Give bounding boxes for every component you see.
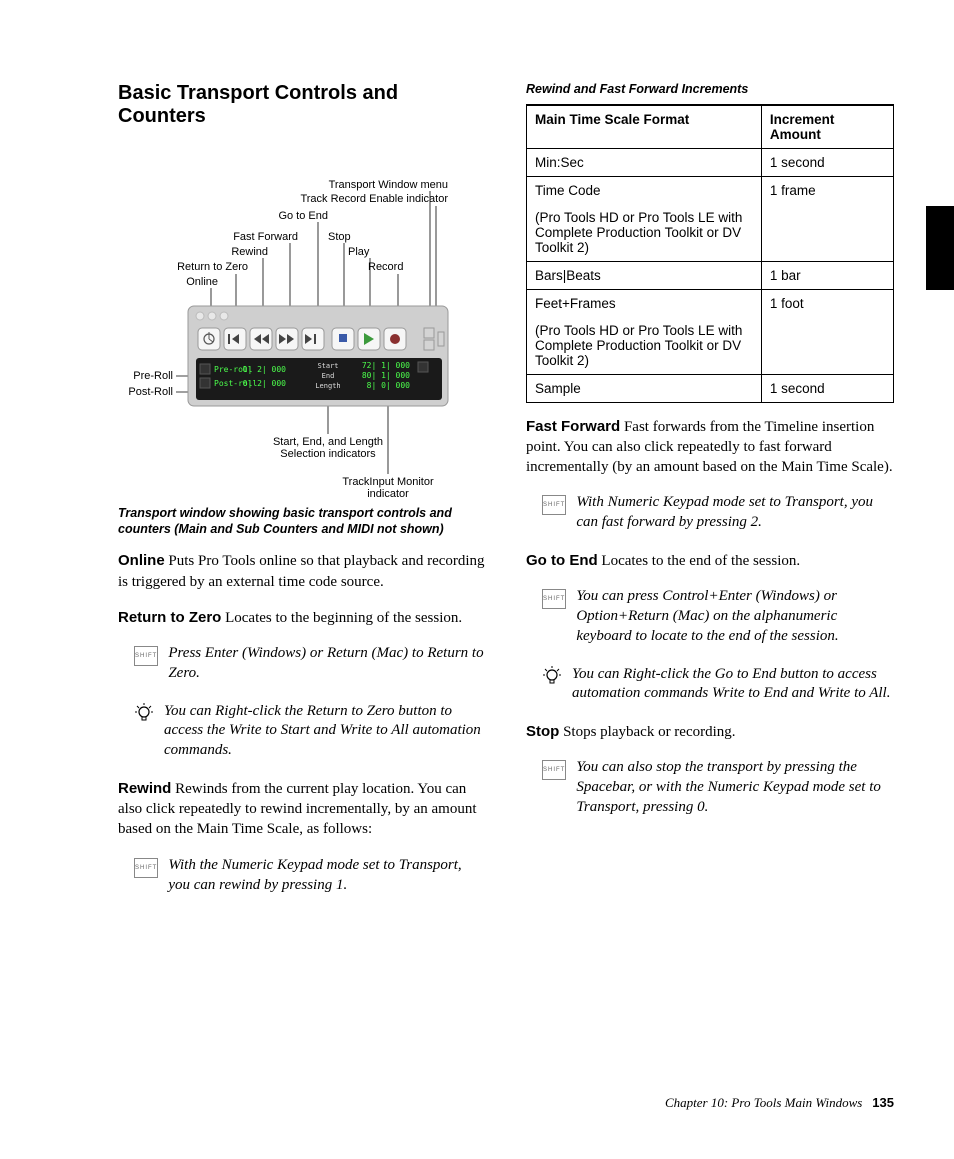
note-end: SHIFT You can press Control+Enter (Windo… [542, 587, 894, 646]
tip-end: You can Right-click the Go to End button… [542, 665, 894, 705]
note-stop: SHIFT You can also stop the transport by… [542, 758, 894, 817]
shortcut-icon: SHIFT [542, 589, 566, 609]
para-go-to-end: Go to End Locates to the end of the sess… [526, 551, 894, 571]
para-online: Online Puts Pro Tools online so that pla… [118, 551, 486, 592]
svg-text:End: End [322, 372, 335, 380]
para-stop: Stop Stops playback or recording. [526, 722, 894, 742]
note-ff: SHIFT With Numeric Keypad mode set to Tr… [542, 493, 894, 533]
para-return-zero: Return to Zero Locates to the beginning … [118, 608, 486, 628]
figure-caption: Transport window showing basic transport… [118, 506, 486, 537]
svg-text:80| 1| 000: 80| 1| 000 [362, 371, 410, 380]
note-return-zero: SHIFT Press Enter (Windows) or Return (M… [134, 644, 486, 684]
para-fast-forward: Fast Forward Fast forwards from the Time… [526, 417, 894, 478]
transport-svg: Pre-roll 0| 2| 000 Post-roll 0| 2| 000 S… [118, 146, 478, 496]
svg-text:8| 0| 000: 8| 0| 000 [367, 381, 411, 390]
svg-text:72| 1| 000: 72| 1| 000 [362, 361, 410, 370]
postroll-val: 0| 2| 000 [243, 379, 287, 388]
table-title: Rewind and Fast Forward Increments [526, 82, 894, 98]
svg-text:Length: Length [315, 382, 340, 390]
th-increment: Increment Amount [761, 105, 893, 149]
section-title: Basic Transport Controls and Counters [118, 82, 486, 128]
svg-text:Start: Start [317, 362, 338, 370]
preroll-val: 0| 2| 000 [243, 365, 287, 374]
tip-return-zero: You can Right-click the Return to Zero b… [134, 702, 486, 761]
page-footer: Chapter 10: Pro Tools Main Windows135 [665, 1095, 894, 1111]
increments-table: Main Time Scale Format Increment Amount … [526, 104, 894, 403]
shortcut-icon: SHIFT [542, 760, 566, 780]
shortcut-icon: SHIFT [134, 858, 158, 878]
thumb-tab [926, 206, 954, 290]
lightbulb-icon [542, 665, 562, 689]
lightbulb-icon [134, 702, 154, 726]
transport-figure: Online Return to Zero Rewind Fast Forwar… [118, 146, 486, 496]
note-rewind: SHIFT With the Numeric Keypad mode set t… [134, 856, 486, 896]
shortcut-icon: SHIFT [134, 646, 158, 666]
shortcut-icon: SHIFT [542, 495, 566, 515]
para-rewind: Rewind Rewinds from the current play loc… [118, 779, 486, 840]
th-format: Main Time Scale Format [527, 105, 762, 149]
